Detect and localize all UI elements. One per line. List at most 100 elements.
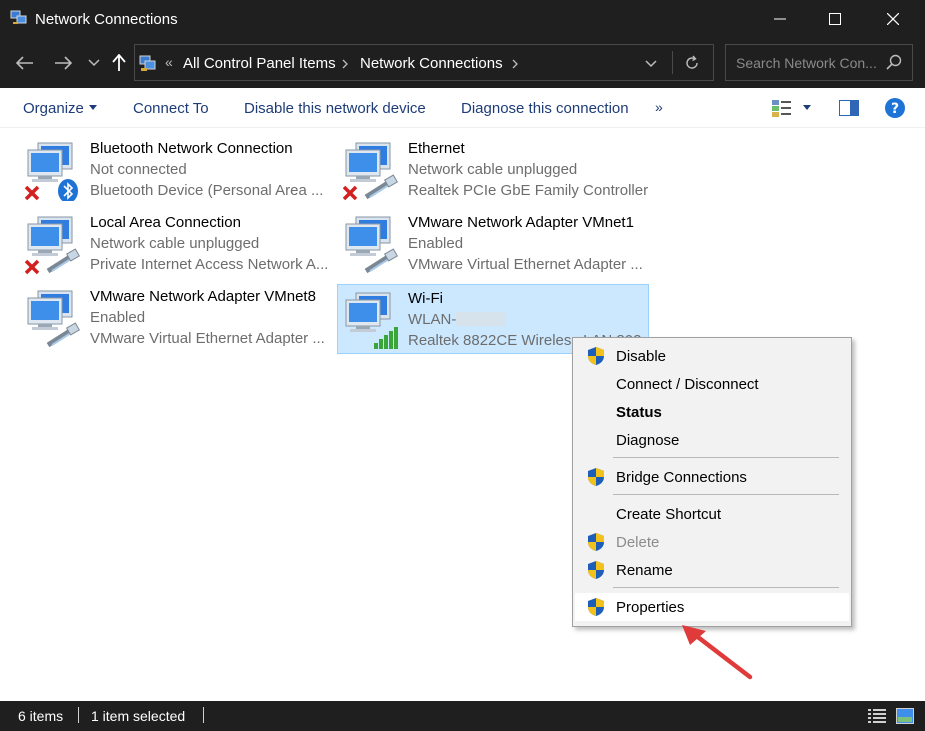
context-menu: Disable Connect / Disconnect Status Diag… [572,337,852,627]
minimize-icon [774,18,786,20]
menu-item-disable[interactable]: Disable [575,342,849,370]
title-bar: Network Connections [0,0,925,38]
chevron-down-icon [88,59,100,67]
connection-item-ethernet[interactable]: Ethernet Network cable unplugged Realtek… [338,135,650,205]
close-icon [887,13,899,25]
maximize-icon [829,13,841,25]
wireless-adapter-icon [345,292,398,349]
network-adapter-icon [342,142,398,201]
connection-device: Realtek PCIe GbE Family Controller [408,182,648,199]
network-connections-icon [10,10,27,24]
network-folder-icon [139,55,156,71]
organize-button[interactable]: Organize [23,100,84,117]
connection-name: VMware Network Adapter VMnet1 [408,214,634,231]
connection-device: Private Internet Access Network A... [90,256,329,273]
menu-item-label: Rename [616,562,673,579]
diagnose-connection-button[interactable]: Diagnose this connection [461,100,629,117]
connection-device: Bluetooth Device (Personal Area ... [90,182,324,199]
disable-device-button[interactable]: Disable this network device [244,100,426,117]
network-adapter-icon [24,216,80,275]
menu-item-label: Status [616,404,662,421]
menu-separator [613,457,839,458]
menu-item-status[interactable]: Status [575,398,849,426]
breadcrumb-overflow[interactable]: « [165,54,173,70]
connection-name: Local Area Connection [90,214,241,231]
connection-name: Ethernet [408,140,465,157]
connection-name: Bluetooth Network Connection [90,140,293,157]
preview-pane-icon[interactable] [839,100,859,116]
connection-status: WLAN- [408,311,648,328]
annotation-arrow-icon [682,625,753,680]
up-arrow-icon [112,54,126,71]
connection-item-vmnet1[interactable]: VMware Network Adapter VMnet1 Enabled VM… [338,209,650,279]
address-bar[interactable]: « All Control Panel Items Network Connec… [134,44,714,81]
menu-item-label: Properties [616,599,685,616]
menu-item-connect-disconnect[interactable]: Connect / Disconnect [575,370,849,398]
up-button[interactable] [107,51,131,75]
item-count: 6 items [18,708,64,724]
status-divider [203,707,204,723]
breadcrumb-network-connections[interactable]: Network Connections [360,55,503,72]
connection-name: Wi-Fi [408,290,443,307]
more-commands-button[interactable]: » [655,99,663,115]
menu-item-delete: Delete [575,528,849,556]
large-icons-view-icon[interactable] [896,708,914,724]
connection-device: VMware Virtual Ethernet Adapter ... [90,330,325,347]
uac-shield-icon [588,561,604,579]
connection-status: Enabled [90,309,146,326]
ssid-redaction [456,312,507,326]
menu-item-label: Disable [616,348,667,365]
refresh-icon[interactable] [684,55,700,71]
back-arrow-icon [16,56,33,70]
connection-item-local-area[interactable]: Local Area Connection Network cable unpl… [20,209,332,279]
connection-device: VMware Virtual Ethernet Adapter ... [408,256,643,273]
menu-separator [613,494,839,495]
menu-item-diagnose[interactable]: Diagnose [575,426,849,454]
menu-item-label: Create Shortcut [616,506,722,523]
forward-button[interactable] [51,51,75,75]
uac-shield-icon [588,468,604,486]
uac-shield-icon [588,598,604,616]
breadcrumb-chevron-icon[interactable] [342,59,349,69]
network-adapter-icon [27,290,80,348]
breadcrumb-all-control-panel-items[interactable]: All Control Panel Items [183,55,336,72]
uac-shield-icon [588,347,604,365]
address-divider [672,51,673,74]
connection-status: Not connected [90,161,187,178]
connect-to-button[interactable]: Connect To [133,100,209,117]
window-title: Network Connections [35,11,178,28]
breadcrumb-chevron-icon[interactable] [512,59,519,69]
menu-separator [613,587,839,588]
command-bar: Organize Connect To Disable this network… [0,88,925,128]
menu-item-bridge-connections[interactable]: Bridge Connections [575,463,849,491]
details-view-icon[interactable] [868,709,886,723]
change-view-icon[interactable] [772,99,792,117]
back-button[interactable] [13,51,37,75]
menu-item-create-shortcut[interactable]: Create Shortcut [575,500,849,528]
connection-name: VMware Network Adapter VMnet8 [90,288,316,305]
connection-status: Network cable unplugged [408,161,578,178]
maximize-button[interactable] [808,0,862,38]
search-box[interactable]: Search Network Con... [725,44,913,81]
status-divider [78,707,79,723]
organize-dropdown-icon[interactable] [89,105,97,110]
navigation-bar: « All Control Panel Items Network Connec… [0,38,925,88]
view-options-dropdown-icon[interactable] [803,105,811,110]
minimize-button[interactable] [753,0,807,38]
network-adapter-icon [24,142,78,201]
network-adapter-icon [345,216,398,274]
connection-item-bluetooth[interactable]: Bluetooth Network Connection Not connect… [20,135,332,205]
search-input-placeholder[interactable]: Search Network Con... [736,55,877,71]
address-history-chevron-icon[interactable] [645,60,657,68]
help-icon[interactable]: ? [885,98,905,118]
menu-item-rename[interactable]: Rename [575,556,849,584]
close-button[interactable] [866,0,920,38]
selection-count: 1 item selected [91,708,186,724]
status-bar: 6 items 1 item selected [0,701,925,731]
svg-text:?: ? [891,101,899,117]
recent-locations-button[interactable] [82,51,106,75]
connection-item-vmnet8[interactable]: VMware Network Adapter VMnet8 Enabled VM… [20,283,332,353]
search-icon[interactable] [886,54,902,70]
uac-shield-icon [588,533,604,551]
menu-item-properties[interactable]: Properties [575,593,849,621]
